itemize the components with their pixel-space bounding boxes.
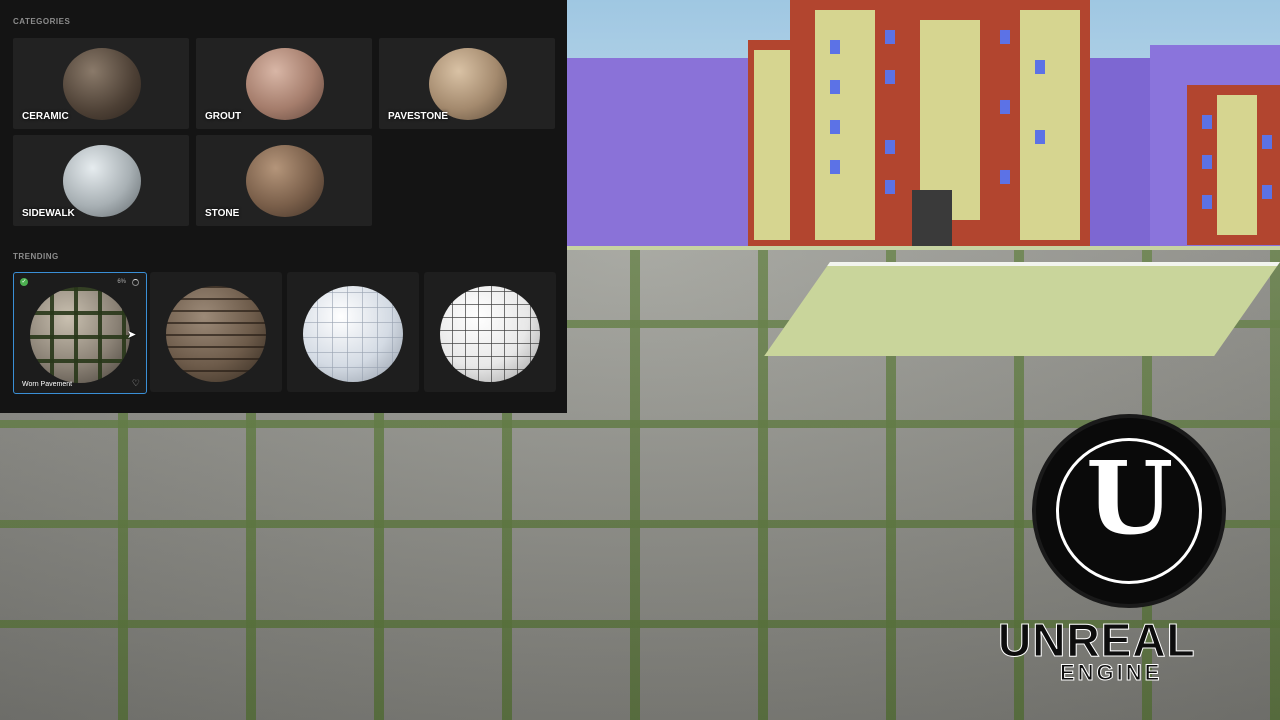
trending-worn-pavement[interactable]: ✓ 6% ➤ Worn Pavement ♡: [13, 272, 147, 394]
trending-item-4[interactable]: [424, 272, 556, 392]
ceramic-sphere-icon: [63, 48, 141, 120]
category-label: PAVESTONE: [388, 111, 449, 122]
trending-caption: Worn Pavement: [22, 381, 73, 388]
worn-pavement-sphere-icon: [30, 287, 130, 383]
category-label: STONE: [205, 208, 240, 219]
category-label: SIDEWALK: [22, 208, 75, 219]
grass-field: [764, 262, 1280, 356]
material-browser-panel: CATEGORIES CERAMIC GROUT PAVESTONE SIDEW…: [0, 0, 567, 413]
trending-item-2[interactable]: [150, 272, 282, 392]
category-stone[interactable]: STONE: [196, 135, 372, 226]
building-left: [748, 40, 796, 250]
download-progress: 6%: [117, 279, 126, 285]
white-tile-sphere-icon: [303, 286, 403, 382]
brick-sphere-icon: [166, 286, 266, 382]
category-ceramic[interactable]: CERAMIC: [13, 38, 189, 129]
pavestone-sphere-icon: [429, 48, 507, 120]
sidewalk-sphere-icon: [63, 145, 141, 217]
grid-tile-sphere-icon: [440, 286, 540, 382]
category-sidewalk[interactable]: SIDEWALK: [13, 135, 189, 226]
logo-subtitle: ENGINE: [1059, 660, 1163, 686]
trending-item-3[interactable]: [287, 272, 419, 392]
stone-sphere-icon: [246, 145, 324, 217]
category-label: GROUT: [205, 111, 242, 122]
logo-wordmark: UNREAL: [998, 614, 1196, 666]
grout-sphere-icon: [246, 48, 324, 120]
category-pavestone[interactable]: PAVESTONE: [379, 38, 555, 129]
category-grout[interactable]: GROUT: [196, 38, 372, 129]
heart-icon[interactable]: ♡: [132, 378, 140, 389]
spinner-icon: [132, 279, 139, 286]
building-right: [1187, 85, 1280, 245]
mouse-cursor-icon: ➤: [127, 329, 137, 341]
unreal-logo-icon: U: [1032, 414, 1226, 608]
categories-heading: CATEGORIES: [13, 17, 71, 26]
building-main: [790, 0, 1090, 252]
category-label: CERAMIC: [22, 111, 69, 122]
check-icon: ✓: [20, 278, 28, 286]
trending-heading: TRENDING: [13, 252, 59, 261]
purple-wall-left: [567, 58, 757, 250]
